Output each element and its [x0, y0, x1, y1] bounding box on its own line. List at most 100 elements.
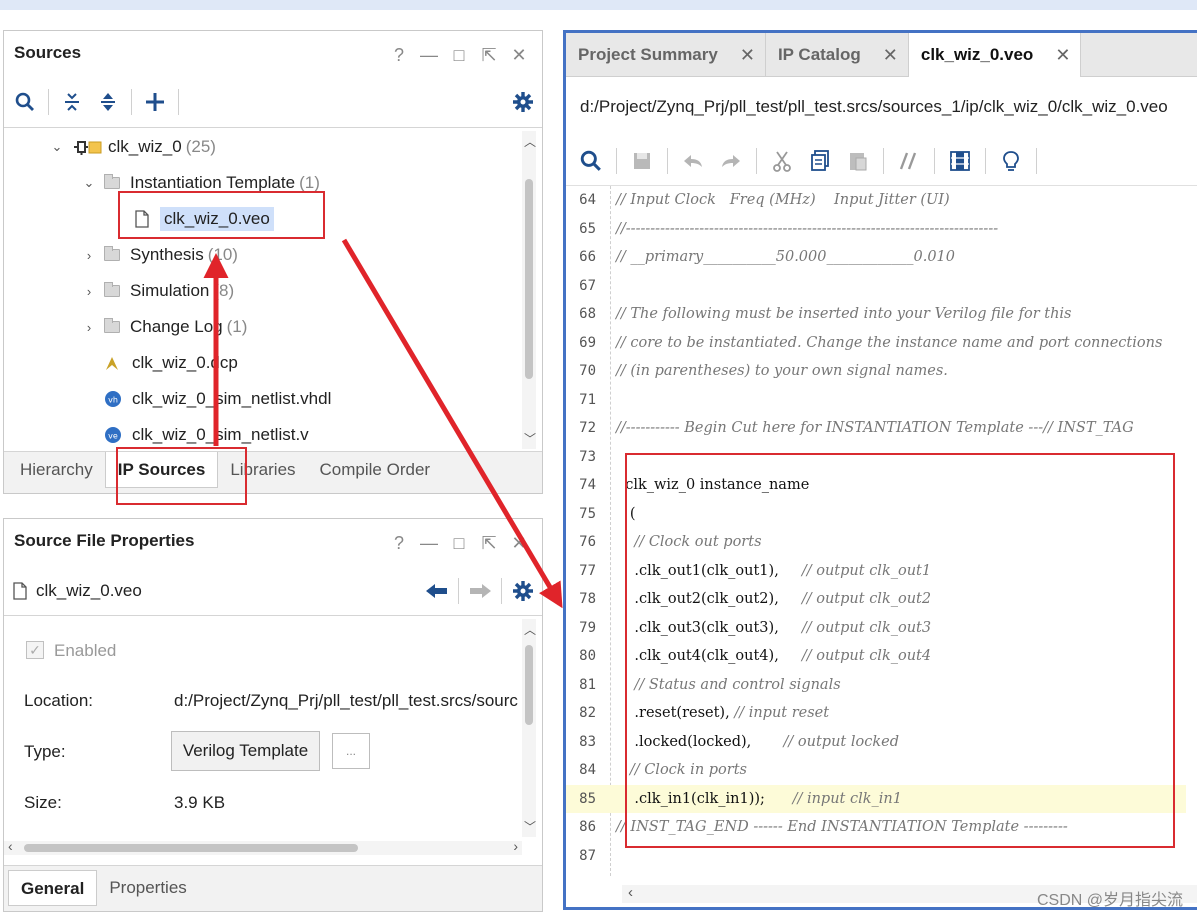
code-line[interactable]: 72 //----------- Begin Cut here for INSTA… [566, 414, 1186, 443]
chevron-right-icon[interactable]: › [82, 320, 96, 335]
maximize-icon[interactable]: □ [450, 45, 468, 66]
gear-icon[interactable] [510, 578, 536, 604]
help-icon[interactable]: ? [390, 45, 408, 66]
tree-item-synthesis[interactable]: › Synthesis (10) [82, 240, 238, 270]
code-line[interactable]: 64 // Input Clock Freq (MHz) Input Jitter… [566, 186, 1186, 215]
line-number: 85 [579, 790, 596, 807]
expand-all-icon[interactable] [95, 89, 121, 115]
tree-item-change-log[interactable]: › Change Log (1) [82, 312, 248, 342]
line-number: 84 [579, 762, 596, 779]
cut-icon[interactable] [769, 148, 795, 174]
copy-icon[interactable] [807, 148, 833, 174]
minimize-icon[interactable]: — [420, 45, 438, 66]
collapse-all-icon[interactable] [59, 89, 85, 115]
location-label: Location: [24, 691, 93, 710]
save-icon[interactable] [629, 148, 655, 174]
code-line[interactable]: 70 // (in parentheses) to your own signal… [566, 357, 1186, 386]
code-text: // (in parentheses) to your own signal n… [616, 363, 948, 380]
tree-item-simulation[interactable]: › Simulation (8) [82, 276, 234, 306]
tab-hierarchy[interactable]: Hierarchy [8, 452, 105, 488]
tree-item-clk-wiz-0[interactable]: ⌄ clk_wiz_0 (25) [50, 132, 216, 162]
type-more-button[interactable]: ... [332, 733, 370, 769]
tree-item-sim-netlist-v[interactable]: ve clk_wiz_0_sim_netlist.v [104, 420, 309, 450]
back-arrow-icon[interactable] [424, 578, 450, 604]
line-number: 75 [579, 505, 596, 522]
code-line[interactable]: 71 [566, 386, 1186, 415]
close-icon[interactable]: ✕ [740, 45, 755, 66]
tab-properties[interactable]: Properties [97, 870, 198, 906]
tab-general[interactable]: General [8, 870, 98, 906]
tab-label: Project Summary [578, 45, 718, 64]
close-icon[interactable]: ✕ [1055, 45, 1070, 66]
redo-icon[interactable] [718, 148, 744, 174]
comment-icon[interactable] [896, 148, 922, 174]
properties-divider [4, 615, 542, 616]
line-number: 68 [579, 306, 596, 323]
tab-project-summary[interactable]: Project Summary ✕ [566, 33, 766, 77]
line-number: 65 [579, 220, 596, 237]
help-icon[interactable]: ? [390, 533, 408, 554]
enabled-label: Enabled [54, 641, 117, 660]
float-icon[interactable]: ⇱ [480, 45, 498, 66]
scroll-left-icon[interactable]: ‹ [628, 884, 633, 901]
close-icon[interactable]: ✕ [510, 45, 528, 66]
line-number: 78 [579, 591, 596, 608]
tree-item-label: clk_wiz_0.dcp [132, 353, 238, 372]
close-icon[interactable]: ✕ [510, 533, 528, 554]
scroll-right-icon[interactable]: › [513, 838, 518, 854]
chevron-down-icon[interactable]: ⌄ [82, 175, 96, 191]
search-icon[interactable] [12, 89, 38, 115]
code-line[interactable]: 68 // The following must be inserted into… [566, 300, 1186, 329]
tab-ip-catalog[interactable]: IP Catalog ✕ [766, 33, 909, 77]
line-number: 82 [579, 705, 596, 722]
code-line[interactable]: 69 // core to be instantiated. Change the… [566, 329, 1186, 358]
enabled-checkbox[interactable]: ✓ [26, 641, 44, 659]
maximize-icon[interactable]: □ [450, 533, 468, 554]
paste-icon[interactable] [845, 148, 871, 174]
scroll-left-icon[interactable]: ‹ [8, 838, 13, 854]
code-line[interactable]: 65 //------------------------------------… [566, 215, 1186, 244]
toolbar-separator [883, 148, 884, 174]
line-number: 77 [579, 562, 596, 579]
tab-compile-order[interactable]: Compile Order [308, 452, 443, 488]
forward-arrow-icon[interactable] [467, 578, 493, 604]
chevron-right-icon[interactable]: › [82, 284, 96, 299]
float-icon[interactable]: ⇱ [480, 533, 498, 554]
gear-icon[interactable] [510, 89, 536, 115]
toolbar-separator [756, 148, 757, 174]
tree-item-dcp[interactable]: clk_wiz_0.dcp [104, 348, 238, 378]
top-strip [0, 0, 1197, 10]
scroll-up-icon[interactable]: ︿ [524, 621, 536, 638]
scroll-thumb[interactable] [24, 844, 358, 852]
close-icon[interactable]: ✕ [883, 45, 898, 66]
scroll-thumb[interactable] [525, 179, 533, 379]
line-number: 87 [579, 847, 596, 864]
code-text: //--------------------------------------… [616, 220, 999, 237]
type-value-button[interactable]: Verilog Template [171, 731, 320, 771]
undo-icon[interactable] [680, 148, 706, 174]
line-number: 72 [579, 420, 596, 437]
code-line[interactable]: 67 [566, 272, 1186, 301]
scroll-down-icon[interactable]: ﹀ [524, 818, 536, 835]
chevron-right-icon[interactable]: › [82, 248, 96, 263]
lightbulb-icon[interactable] [998, 148, 1024, 174]
tree-scrollbar[interactable]: ︿ ﹀ [522, 131, 536, 449]
minimize-icon[interactable]: — [420, 533, 438, 554]
chevron-down-icon[interactable]: ⌄ [50, 139, 64, 155]
scroll-down-icon[interactable]: ﹀ [524, 430, 536, 447]
code-line[interactable]: 66 // __primary__________50.000__________… [566, 243, 1186, 272]
properties-hscrollbar[interactable]: ‹ › [4, 838, 522, 855]
window-controls: ? — □ ⇱ ✕ [390, 45, 528, 66]
tree-item-sim-netlist-vhdl[interactable]: vh clk_wiz_0_sim_netlist.vhdl [104, 384, 331, 414]
panel-title: Sources [14, 43, 82, 62]
scroll-thumb[interactable] [525, 645, 533, 725]
properties-scrollbar[interactable]: ︿ ﹀ [522, 619, 536, 837]
size-value: 3.9 KB [174, 793, 226, 812]
column-select-icon[interactable] [947, 148, 973, 174]
scroll-up-icon[interactable]: ︿ [524, 133, 536, 150]
search-icon[interactable] [578, 148, 604, 174]
line-number: 64 [579, 192, 596, 209]
toolbar-separator [458, 578, 459, 604]
add-icon[interactable] [142, 89, 168, 115]
tab-clk-wiz-0-veo[interactable]: clk_wiz_0.veo ✕ [908, 33, 1082, 77]
